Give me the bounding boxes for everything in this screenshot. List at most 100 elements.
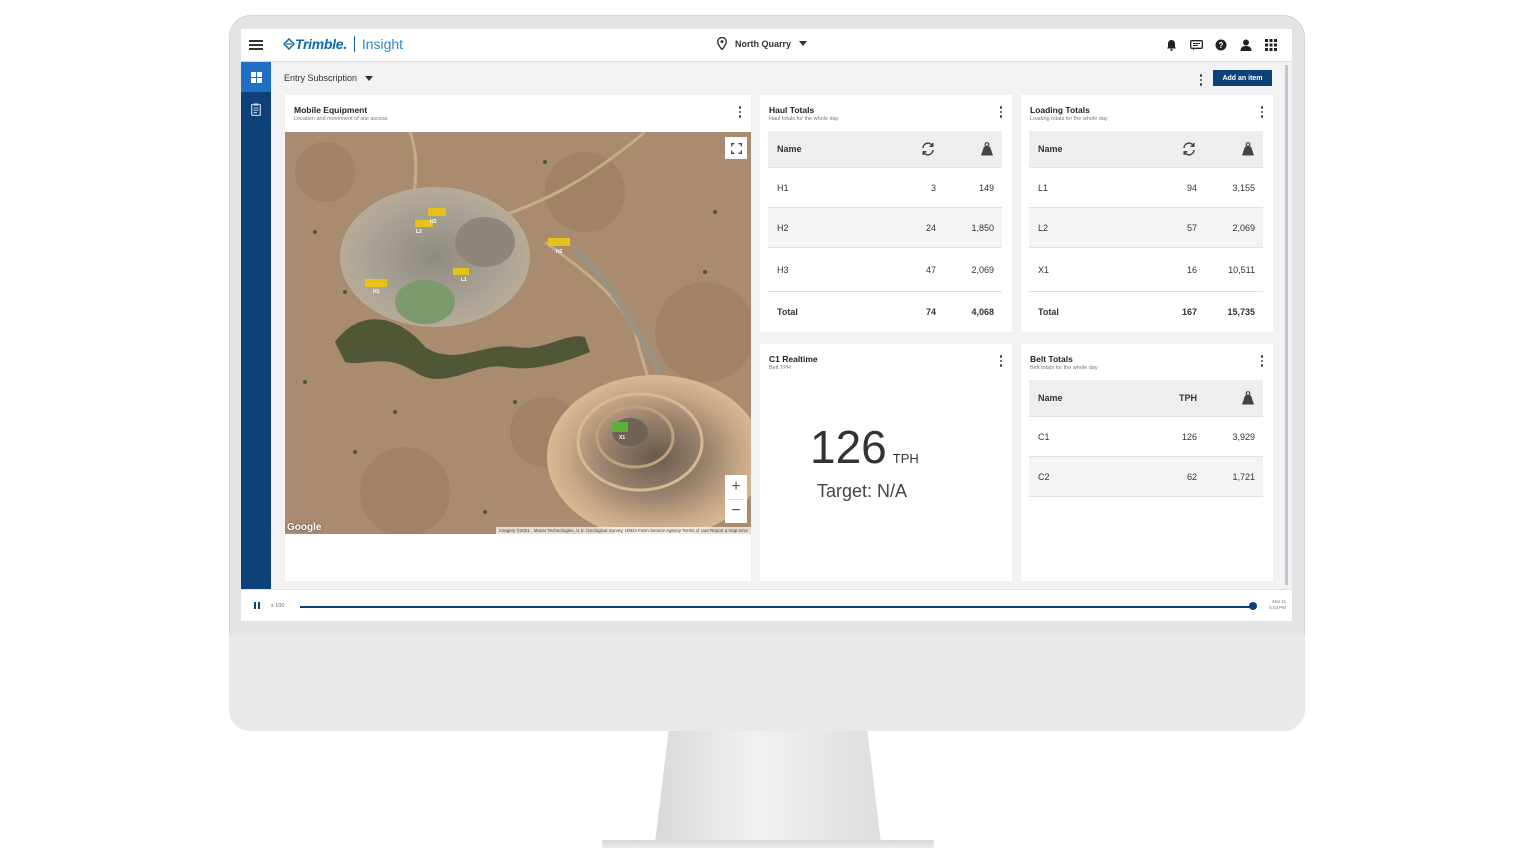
brand-divider <box>353 36 355 52</box>
row-loads: 24 <box>925 222 936 233</box>
card-title: Loading Totals <box>1030 105 1090 115</box>
card-subtitle: Loading totals for the whole day <box>1030 116 1108 122</box>
tons-column-header[interactable] <box>936 142 994 156</box>
haul-totals-card: Haul Totals Haul totals for the whole da… <box>760 95 1012 332</box>
total-row: Total 167 15,735 <box>1029 292 1263 332</box>
table-row[interactable]: H3 47 2,069 <box>768 248 1002 292</box>
total-loads: 74 <box>925 307 936 317</box>
card-menu-icon[interactable] <box>1259 106 1265 118</box>
site-selector[interactable]: North Quarry <box>717 37 808 50</box>
document-icon <box>251 102 261 116</box>
tons-column-header[interactable] <box>1197 142 1255 156</box>
playback-speed[interactable]: x 100 <box>271 603 284 609</box>
loading-totals-card: Loading Totals Loading totals for the wh… <box>1021 95 1273 332</box>
table-row[interactable]: L2 57 2,069 <box>1029 208 1263 248</box>
realtime-value: 126 TPH <box>810 420 919 474</box>
timeline-track[interactable] <box>300 606 1253 608</box>
map-marker-label[interactable]: H1 <box>373 289 379 295</box>
table-row[interactable]: C2 62 1,721 <box>1029 457 1263 497</box>
tph-column-header[interactable]: TPH <box>1139 393 1197 403</box>
dashboard-toolbar: Entry Subscription Add an item <box>271 63 1292 93</box>
table-row[interactable]: H1 3 149 <box>768 168 1002 208</box>
chevron-down-icon <box>365 75 374 81</box>
loads-column-header[interactable] <box>878 142 936 156</box>
name-column-header[interactable]: Name <box>1029 393 1139 403</box>
row-tons: 1,721 <box>1232 471 1255 482</box>
row-loads: 3 <box>930 182 936 193</box>
timeline-handle[interactable] <box>1249 602 1257 610</box>
row-tons: 2,069 <box>1232 222 1255 233</box>
table-row[interactable]: X1 16 10,511 <box>1029 248 1263 292</box>
bell-icon[interactable] <box>1164 38 1178 52</box>
card-subtitle: Location and movement of site access <box>294 116 388 122</box>
dashboard-nav-item[interactable] <box>241 62 271 92</box>
fullscreen-button[interactable] <box>725 137 747 159</box>
top-bar: Trimble. Insight North Quarry ? <box>241 29 1292 62</box>
monitor-stand-neck <box>655 731 881 843</box>
map-marker-label[interactable]: X1 <box>619 435 625 441</box>
row-tph: 62 <box>1186 471 1197 482</box>
tons-column-header[interactable] <box>1197 391 1255 405</box>
loading-totals-table: Name L1 94 3,155 L2 57 2,069 X1 16 10,511 Tota… <box>1029 131 1263 332</box>
side-navigation <box>241 62 271 589</box>
row-tons: 10,511 <box>1228 264 1255 275</box>
row-name: H3 <box>777 264 789 275</box>
help-icon[interactable]: ? <box>1214 38 1228 52</box>
table-row[interactable]: C1 126 3,929 <box>1029 417 1263 457</box>
chevron-down-icon <box>799 41 808 46</box>
card-menu-icon[interactable] <box>737 106 743 118</box>
product-name: Insight <box>361 36 404 52</box>
zoom-in-button[interactable]: + <box>725 475 747 499</box>
tph-value: 126 <box>810 421 887 473</box>
row-tons: 3,929 <box>1232 431 1255 442</box>
row-loads: 57 <box>1186 222 1197 233</box>
belt-totals-table: Name TPH C1 126 3,929 C2 62 1,721 <box>1029 380 1263 497</box>
card-menu-icon[interactable] <box>1259 355 1265 367</box>
map-marker-label[interactable]: L1 <box>461 277 467 283</box>
apps-grid-icon[interactable] <box>1264 38 1278 52</box>
site-map[interactable]: L2 H3 H2 H1 L1 X1 + − Google Imagery ©20… <box>285 132 751 534</box>
card-subtitle: Belt totals for the whole day <box>1030 365 1098 371</box>
add-item-button[interactable]: Add an item <box>1213 70 1272 86</box>
table-row[interactable]: L1 94 3,155 <box>1029 168 1263 208</box>
toolbar-more-icon[interactable] <box>1198 74 1204 86</box>
row-name: L2 <box>1038 222 1049 233</box>
name-column-header[interactable]: Name <box>1029 144 1139 154</box>
map-marker-label[interactable]: L2 <box>416 229 422 235</box>
message-icon[interactable] <box>1189 38 1203 52</box>
loads-column-header[interactable] <box>1139 142 1197 156</box>
total-row: Total 74 4,068 <box>768 292 1002 332</box>
subscription-selector[interactable]: Entry Subscription <box>284 73 374 83</box>
total-label: Total <box>777 307 798 317</box>
card-subtitle: Belt TPH <box>769 365 791 371</box>
row-loads: 94 <box>1186 182 1197 193</box>
name-column-header[interactable]: Name <box>768 144 878 154</box>
card-menu-icon[interactable] <box>998 106 1004 118</box>
subscription-label: Entry Subscription <box>284 73 358 83</box>
zoom-out-button[interactable]: − <box>725 500 747 524</box>
fullscreen-icon <box>730 142 742 154</box>
map-zoom-controls: + − <box>725 475 747 523</box>
row-tons: 149 <box>978 182 994 193</box>
cycle-icon <box>1183 142 1195 156</box>
total-loads: 167 <box>1181 307 1197 317</box>
card-menu-icon[interactable] <box>998 355 1004 367</box>
map-attribution[interactable]: Imagery ©2021 , Maxar Technologies, U.S.… <box>496 527 751 534</box>
map-marker-label[interactable]: H3 <box>430 219 436 225</box>
user-icon[interactable] <box>1239 38 1253 52</box>
timeline-time: 5:53 PM <box>1269 605 1286 610</box>
hamburger-menu-icon[interactable] <box>249 38 263 52</box>
weight-icon <box>981 142 993 156</box>
row-name: C2 <box>1038 471 1050 482</box>
site-name: North Quarry <box>735 38 792 49</box>
location-pin-icon <box>717 37 727 50</box>
dashboard-scrollbar[interactable] <box>1285 65 1288 585</box>
cycle-icon <box>922 142 934 156</box>
map-marker-label[interactable]: H2 <box>556 249 562 255</box>
total-tons: 4,068 <box>971 307 994 317</box>
reports-nav-item[interactable] <box>241 94 271 124</box>
table-row[interactable]: H2 24 1,850 <box>768 208 1002 248</box>
c1-realtime-card: C1 Realtime Belt TPH 126 TPH Target: N/A <box>760 344 1012 581</box>
pause-icon[interactable] <box>254 602 260 609</box>
top-bar-actions: ? <box>1164 38 1278 52</box>
